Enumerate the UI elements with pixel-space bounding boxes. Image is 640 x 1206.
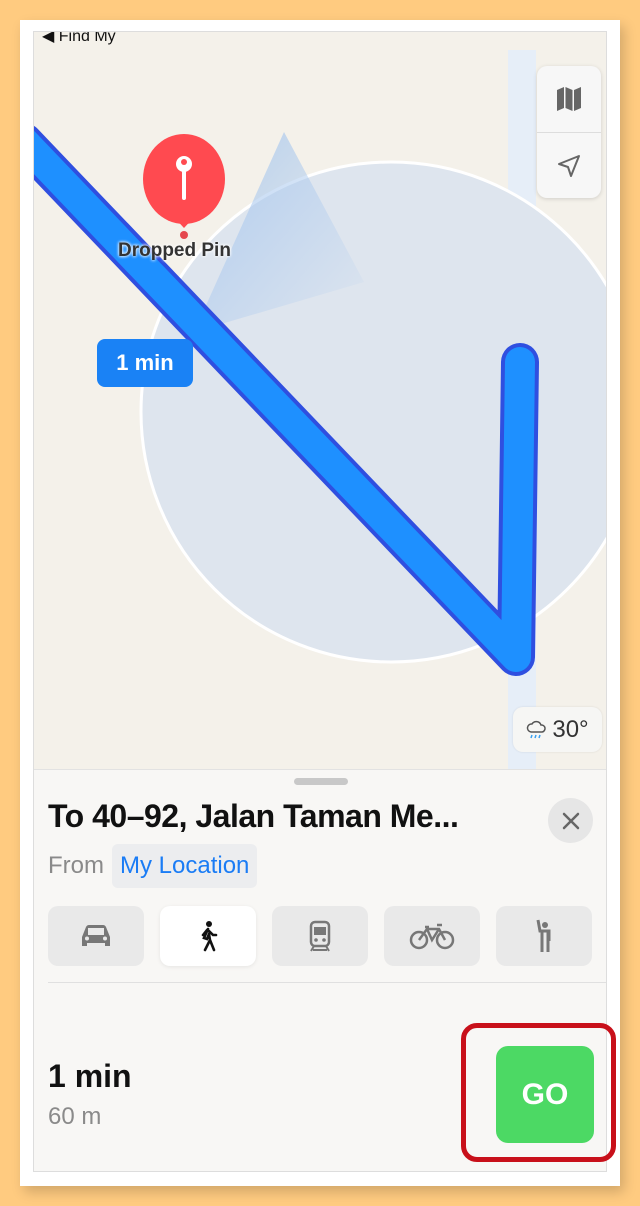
route-time: 1 min <box>48 1058 132 1094</box>
mode-transit-button[interactable] <box>272 906 368 966</box>
map-controls <box>537 66 601 198</box>
sheet-grabber[interactable] <box>294 778 348 785</box>
maps-screen: ◀ Find My Dropped Pin 1 min 30° To 40–92… <box>33 31 607 1172</box>
map-icon <box>557 87 581 111</box>
origin-row: From My Location <box>48 844 258 888</box>
ride-hail-icon <box>536 919 551 952</box>
mode-drive-button[interactable] <box>48 906 144 966</box>
temperature: 30° <box>552 715 589 743</box>
destination-title: To 40–92, Jalan Taman Me... <box>48 798 459 834</box>
divider <box>48 982 606 983</box>
mode-ride-button[interactable] <box>496 906 592 966</box>
map-mode-button[interactable] <box>537 66 601 132</box>
cloud-rain-icon <box>527 720 547 738</box>
mode-cycle-button[interactable] <box>384 906 480 966</box>
train-icon <box>309 920 331 952</box>
weather-badge: 30° <box>513 707 602 752</box>
pin-label: Dropped Pin <box>118 240 231 261</box>
locate-me-button[interactable] <box>537 132 601 199</box>
close-button[interactable] <box>548 798 593 843</box>
transport-modes <box>48 906 592 966</box>
dropped-pin-icon[interactable] <box>143 134 225 239</box>
mode-walk-button[interactable] <box>160 906 256 966</box>
eta-bubble: 1 min <box>97 339 193 387</box>
from-label: From <box>48 852 104 879</box>
route-distance: 60 m <box>48 1103 102 1130</box>
back-to-find-my-link[interactable]: ◀ Find My <box>42 32 116 46</box>
car-icon <box>82 925 110 946</box>
close-icon <box>562 812 579 829</box>
bicycle-icon <box>409 923 455 950</box>
location-arrow-icon <box>558 155 580 177</box>
walk-icon <box>201 921 218 952</box>
origin-button[interactable]: My Location <box>112 844 258 888</box>
highlight-annotation <box>461 1023 616 1162</box>
map-canvas[interactable] <box>34 32 607 772</box>
